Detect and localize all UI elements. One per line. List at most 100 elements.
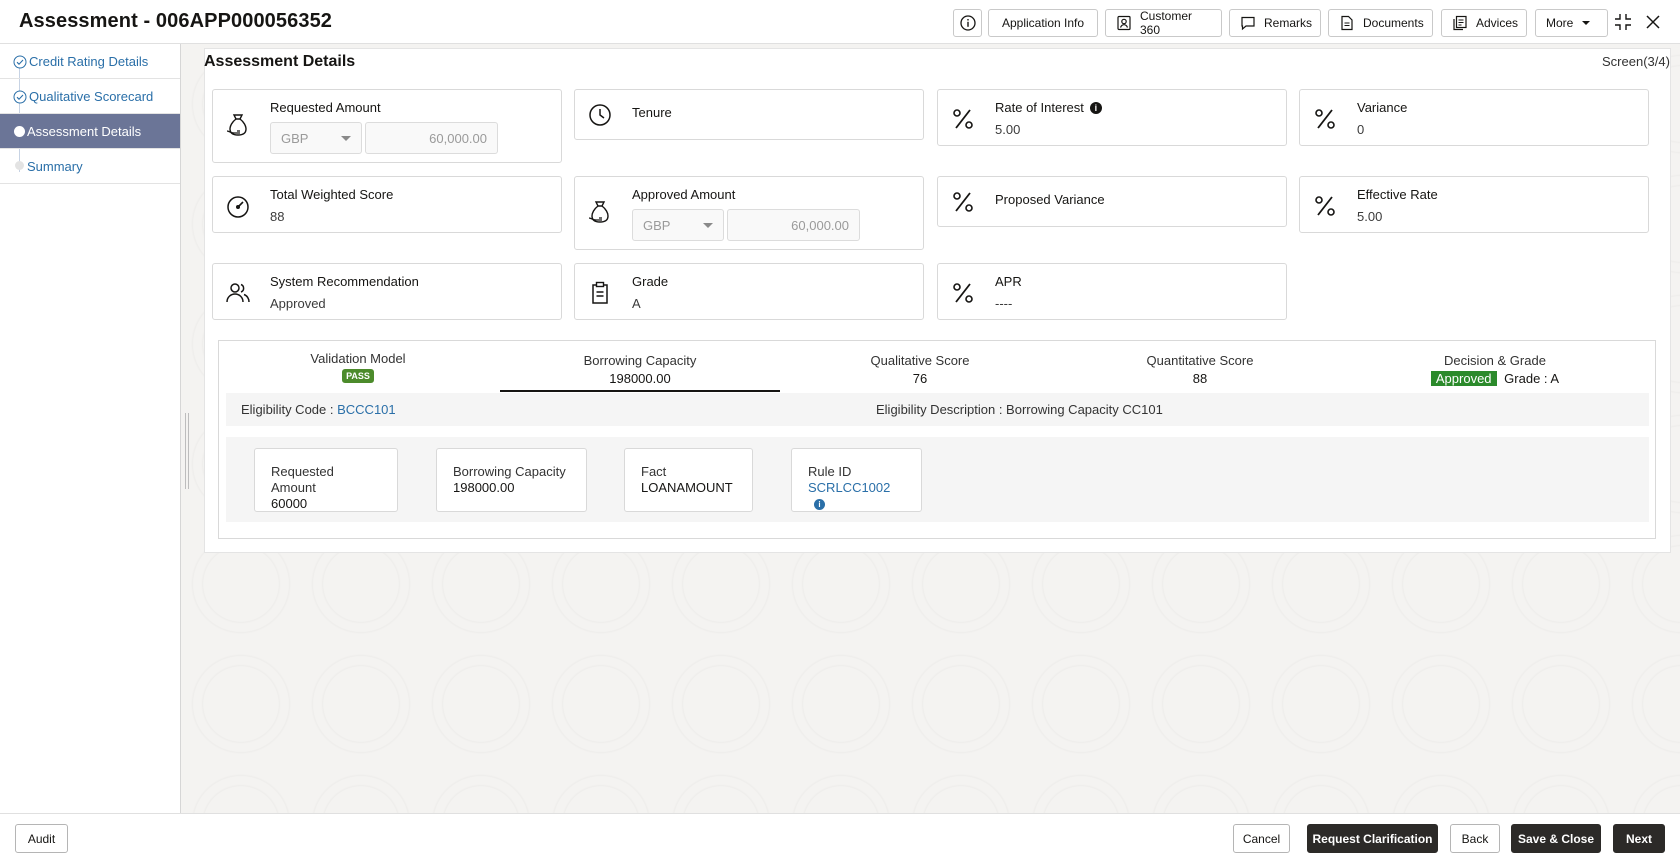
tab-value: 76: [912, 371, 928, 386]
tab-label: Qualitative Score: [870, 353, 970, 368]
screen-indicator: Screen(3/4): [1602, 54, 1670, 69]
cancel-label: Cancel: [1242, 831, 1281, 846]
percent-icon: [953, 283, 973, 303]
variance-title: Variance: [1357, 100, 1408, 115]
rule-id-link[interactable]: SCRLCC1002: [808, 480, 890, 495]
tab-quantitative-score[interactable]: Quantitative Score 88: [1120, 353, 1280, 386]
more-label: More: [1546, 16, 1574, 30]
requested-amount-title: Requested Amount: [270, 100, 381, 115]
sidebar-item-qualitative-scorecard[interactable]: Qualitative Scorecard: [0, 79, 180, 114]
requested-currency-value: GBP: [281, 130, 309, 146]
gauge-icon: [227, 196, 249, 218]
eligibility-code: Eligibility Code : BCCC101: [241, 402, 396, 417]
fact-value: 198000.00: [453, 480, 515, 495]
effective-rate-value: 5.00: [1357, 209, 1383, 224]
variance-card: Variance 0: [1299, 89, 1649, 146]
tab-value: 88: [1192, 371, 1208, 386]
close-icon[interactable]: [1645, 14, 1661, 30]
eligibility-code-link[interactable]: BCCC101: [337, 402, 396, 417]
tab-value: Approved Grade : A: [1410, 371, 1580, 386]
tenure-card: Tenure: [574, 89, 924, 140]
save-close-label: Save & Close: [1517, 831, 1595, 846]
rate-of-interest-value: 5.00: [995, 122, 1021, 137]
requested-amount-input[interactable]: 60,000.00: [365, 122, 498, 154]
remarks-button[interactable]: Remarks: [1229, 9, 1321, 37]
next-label: Next: [1625, 831, 1652, 846]
minimize-window-icon[interactable]: [1614, 13, 1632, 31]
request-clarification-button[interactable]: Request Clarification: [1307, 824, 1438, 853]
fact-value: LOANAMOUNT: [641, 480, 733, 495]
approved-amount-card: Approved Amount GBP 60,000.00: [574, 176, 924, 250]
requested-currency-select[interactable]: GBP: [270, 122, 362, 154]
person-card-icon: [1117, 15, 1131, 31]
tab-value: 198000.00: [609, 371, 671, 386]
sidebar-item-summary[interactable]: Summary: [0, 149, 180, 184]
sidebar-resize-handle[interactable]: [185, 413, 189, 489]
approved-currency-select[interactable]: GBP: [632, 209, 724, 241]
grade-card: Grade A: [574, 263, 924, 320]
document-icon: [1341, 15, 1353, 31]
application-info-button[interactable]: Application Info: [988, 9, 1098, 37]
rule-facts-row: Requested Amount 60000 Borrowing Capacit…: [226, 437, 1649, 522]
fact-label: Borrowing Capacity: [453, 464, 566, 479]
chevron-down-icon: [341, 136, 351, 141]
info-button[interactable]: [953, 9, 982, 37]
active-tab-indicator: [500, 390, 780, 392]
sidebar-item-credit-rating-details[interactable]: Credit Rating Details: [0, 44, 180, 79]
pass-badge: PASS: [342, 369, 374, 383]
documents-button[interactable]: Documents: [1328, 9, 1433, 37]
percent-icon: [1315, 196, 1335, 216]
next-button[interactable]: Next: [1613, 824, 1665, 853]
info-icon[interactable]: i: [814, 499, 825, 510]
grade-text: Grade : A: [1504, 371, 1560, 386]
percent-icon: [1315, 109, 1335, 129]
fact-card-fact: Fact LOANAMOUNT: [624, 448, 753, 512]
more-button[interactable]: More: [1535, 9, 1608, 37]
application-info-label: Application Info: [1001, 16, 1085, 30]
cancel-button[interactable]: Cancel: [1233, 824, 1290, 853]
check-circle-icon: [13, 55, 27, 69]
info-icon[interactable]: i: [1089, 102, 1102, 114]
fact-label: Rule ID: [808, 464, 852, 479]
system-recommendation-value: Approved: [270, 296, 326, 311]
rate-of-interest-card: Rate of Interest i 5.00: [937, 89, 1287, 146]
sidebar-item-label: Credit Rating Details: [29, 53, 149, 69]
audit-button[interactable]: Audit: [15, 824, 68, 853]
apr-card: APR ----: [937, 263, 1287, 320]
tab-label: Quantitative Score: [1146, 353, 1254, 368]
grade-value: A: [632, 296, 641, 311]
documents-label: Documents: [1363, 16, 1424, 30]
clock-icon: [589, 104, 611, 126]
eligibility-row: Eligibility Code : BCCC101 Eligibility D…: [226, 393, 1649, 426]
info-icon: [959, 15, 976, 31]
advices-button[interactable]: Advices: [1441, 9, 1527, 37]
tab-decision-grade[interactable]: Decision & Grade Approved Grade : A: [1410, 353, 1580, 386]
caret-down-icon: [1582, 21, 1591, 25]
save-close-button[interactable]: Save & Close: [1511, 824, 1601, 853]
sidebar-item-assessment-details[interactable]: Assessment Details: [0, 114, 180, 149]
tab-qualitative-score[interactable]: Qualitative Score 76: [850, 353, 990, 386]
proposed-variance-card: Proposed Variance: [937, 176, 1287, 227]
tab-borrowing-capacity[interactable]: Borrowing Capacity 198000.00: [500, 353, 780, 386]
users-icon: [226, 283, 250, 303]
variance-value: 0: [1357, 122, 1365, 137]
tab-validation-model[interactable]: Validation Model PASS: [288, 351, 428, 383]
rule-id-row: SCRLCC1002 i: [808, 480, 905, 512]
approved-amount-input[interactable]: 60,000.00: [727, 209, 860, 241]
tab-label: Validation Model: [310, 351, 406, 366]
fact-card-borrowing-capacity: Borrowing Capacity 198000.00: [436, 448, 587, 512]
tab-label: Borrowing Capacity: [583, 353, 697, 368]
requested-amount-card: Requested Amount GBP 60,000.00: [212, 89, 562, 163]
tab-label: Decision & Grade: [1444, 353, 1546, 368]
rate-of-interest-label: Rate of Interest: [995, 100, 1084, 115]
total-weighted-score-value: 88: [270, 209, 285, 224]
grade-title: Grade: [632, 274, 669, 289]
chevron-down-icon: [703, 223, 713, 228]
clipboard-icon: [592, 281, 608, 304]
back-button[interactable]: Back: [1450, 824, 1500, 853]
customer-360-button[interactable]: Customer 360: [1105, 9, 1222, 37]
advices-label: Advices: [1476, 16, 1519, 30]
fact-value: 60000: [271, 496, 308, 511]
total-weighted-score-title: Total Weighted Score: [270, 187, 394, 202]
approved-currency-value: GBP: [643, 217, 671, 233]
